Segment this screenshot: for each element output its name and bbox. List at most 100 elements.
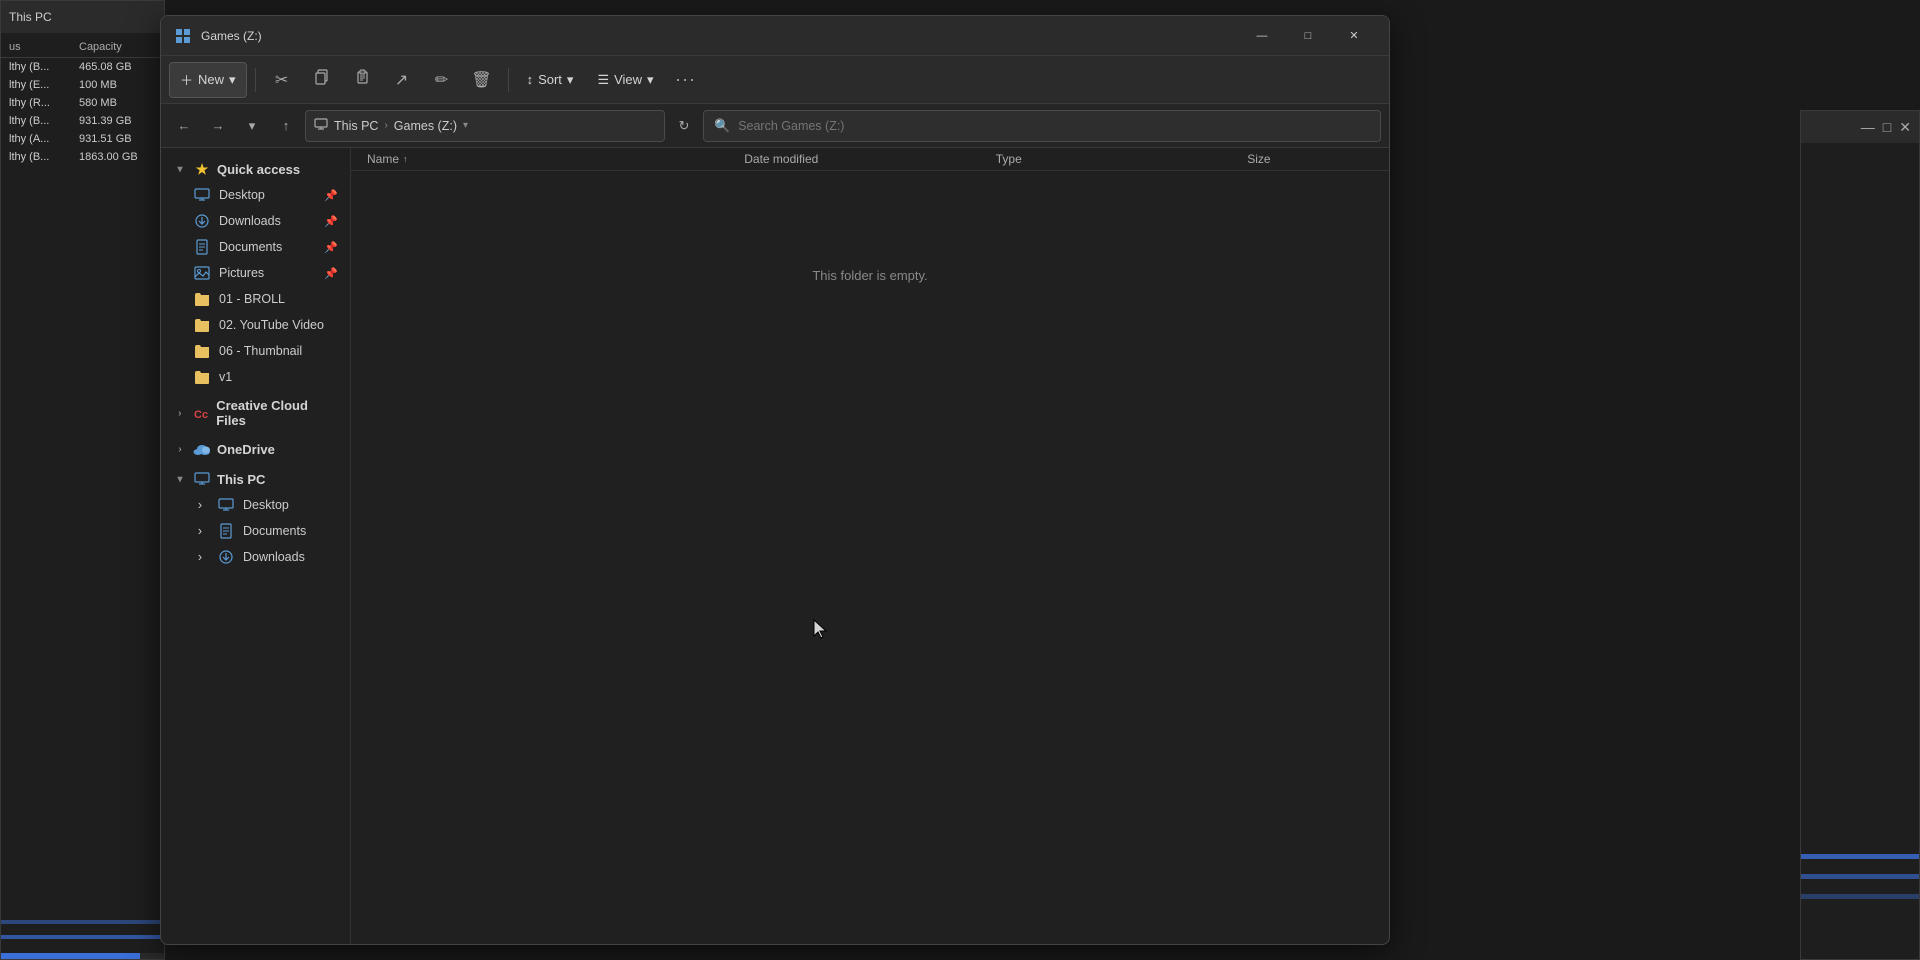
bg-row-cap-1: 465.08 GB [79,61,156,73]
quick-access-expand-icon: ▾ [173,164,187,175]
bg-right-maximize[interactable]: □ [1883,119,1891,135]
col-name-header[interactable]: Name ↑ [367,152,744,166]
copy-icon [314,69,330,90]
col-size-header[interactable]: Size [1247,152,1373,166]
toolbar-sep-2 [508,68,509,92]
paste-button[interactable] [344,62,380,98]
background-window-left: This PC us Capacity lthy (B... 465.08 GB… [0,0,165,960]
svg-text:Cc: Cc [194,409,208,421]
bg-col-name: us [9,41,79,53]
sidebar-item-downloads[interactable]: Downloads 📌 [165,208,346,234]
maximize-button[interactable]: □ [1285,16,1331,56]
creative-cloud-header[interactable]: › Cc Creative Cloud Files [165,394,346,432]
dropdown-button[interactable]: ▾ [237,111,267,141]
toolbar-sep-1 [255,68,256,92]
share-icon: ↗ [395,70,408,90]
sidebar: ▾ ★ Quick access Desktop 📌 [161,148,351,945]
sidebar-item-v1[interactable]: v1 [165,364,346,390]
bg-scrollbar-thumb[interactable] [1,953,140,959]
path-chevron-1: › [384,120,387,131]
sort-icon: ↕ [527,72,534,87]
desktop-pin-icon: 📌 [324,189,338,202]
this-pc-desktop-icon [217,496,235,514]
downloads-icon [193,212,211,230]
sidebar-item-youtube-video[interactable]: 02. YouTube Video [165,312,346,338]
sidebar-item-documents[interactable]: Documents 📌 [165,234,346,260]
delete-button[interactable]: 🗑 [464,62,500,98]
content-area: ▾ ★ Quick access Desktop 📌 [161,148,1389,945]
forward-button[interactable]: → [203,111,233,141]
bg-right-close[interactable]: ✕ [1899,119,1911,136]
onedrive-expand-icon: › [173,444,187,455]
onedrive-header[interactable]: › OneDrive [165,436,346,462]
sidebar-pictures-label: Pictures [219,266,264,280]
col-size-label: Size [1247,152,1270,166]
bg-row-cap-5: 931.51 GB [79,133,156,145]
bg-row-5: lthy (A... 931.51 GB [1,130,164,148]
sidebar-item-this-pc-desktop[interactable]: › Desktop [165,492,346,518]
toolbar: ＋ New ▾ ✂ [161,56,1389,104]
column-headers: Name ↑ Date modified Type Size [351,148,1389,171]
more-button[interactable]: ··· [668,62,704,98]
paste-icon [354,69,370,90]
bg-right-stripe-3 [1801,894,1919,899]
view-button[interactable]: ☰ View ▾ [587,62,663,98]
up-button[interactable]: ↑ [271,111,301,141]
minimize-button[interactable]: — [1239,16,1285,56]
col-sort-arrow: ↑ [403,154,408,164]
share-button[interactable]: ↗ [384,62,420,98]
sidebar-this-pc-desktop-label: Desktop [243,498,289,512]
refresh-button[interactable]: ↻ [669,111,699,141]
quick-access-header[interactable]: ▾ ★ Quick access [165,156,346,182]
search-input[interactable] [738,119,1370,133]
new-button[interactable]: ＋ New ▾ [169,62,247,98]
sidebar-downloads-label: Downloads [219,214,281,228]
this-pc-documents-expand: › [193,524,207,538]
col-date-header[interactable]: Date modified [744,152,996,166]
view-icon: ☰ [597,72,609,88]
sidebar-item-pictures[interactable]: Pictures 📌 [165,260,346,286]
sidebar-youtube-video-label: 02. YouTube Video [219,318,324,332]
up-arrow-icon: ↑ [283,118,290,133]
close-button[interactable]: ✕ [1331,16,1377,56]
sort-label: Sort [538,72,562,87]
this-pc-header[interactable]: ▾ This PC [165,466,346,492]
bg-window-content: us Capacity lthy (B... 465.08 GB lthy (E… [1,33,164,170]
sidebar-item-broll[interactable]: 01 - BROLL [165,286,346,312]
sidebar-item-desktop[interactable]: Desktop 📌 [165,182,346,208]
copy-button[interactable] [304,62,340,98]
sidebar-item-thumbnail[interactable]: 06 - Thumbnail [165,338,346,364]
forward-arrow-icon: → [212,118,225,133]
creative-cloud-section: › Cc Creative Cloud Files [161,394,350,432]
sort-button[interactable]: ↕ Sort ▾ [517,62,584,98]
cut-button[interactable]: ✂ [264,62,300,98]
youtube-folder-icon [193,316,211,334]
v1-folder-icon [193,368,211,386]
window-title: Games (Z:) [201,29,1239,43]
back-button[interactable]: ← [169,111,199,141]
new-label: New [198,72,224,87]
search-box[interactable]: 🔍 [703,110,1381,142]
col-type-header[interactable]: Type [996,152,1248,166]
sidebar-item-this-pc-documents[interactable]: › Documents [165,518,346,544]
quick-access-label: Quick access [217,162,300,177]
bg-row-name-3: lthy (R... [9,97,79,109]
bg-right-minimize[interactable]: — [1861,119,1875,135]
path-dropdown-icon: ▾ [463,120,468,131]
sidebar-this-pc-downloads-label: Downloads [243,550,305,564]
downloads-pin-icon: 📌 [324,215,338,228]
col-date-label: Date modified [744,152,818,166]
creative-cloud-expand-icon: › [173,408,187,419]
background-window-right: — □ ✕ [1800,110,1920,960]
rename-button[interactable]: ✏ [424,62,460,98]
sidebar-item-this-pc-downloads[interactable]: › Downloads [165,544,346,570]
sidebar-documents-label: Documents [219,240,282,254]
bg-row-4: lthy (B... 931.39 GB [1,112,164,130]
this-pc-downloads-icon [217,548,235,566]
address-path[interactable]: This PC › Games (Z:) ▾ [305,110,665,142]
bg-row-2: lthy (E... 100 MB [1,76,164,94]
this-pc-section: ▾ This PC › [161,466,350,570]
rename-icon: ✏ [435,70,448,90]
main-window: Games (Z:) — □ ✕ ＋ New ▾ ✂ [160,15,1390,945]
address-bar: ← → ▾ ↑ This PC › Games (Z:) ▾ ↻ [161,104,1389,148]
